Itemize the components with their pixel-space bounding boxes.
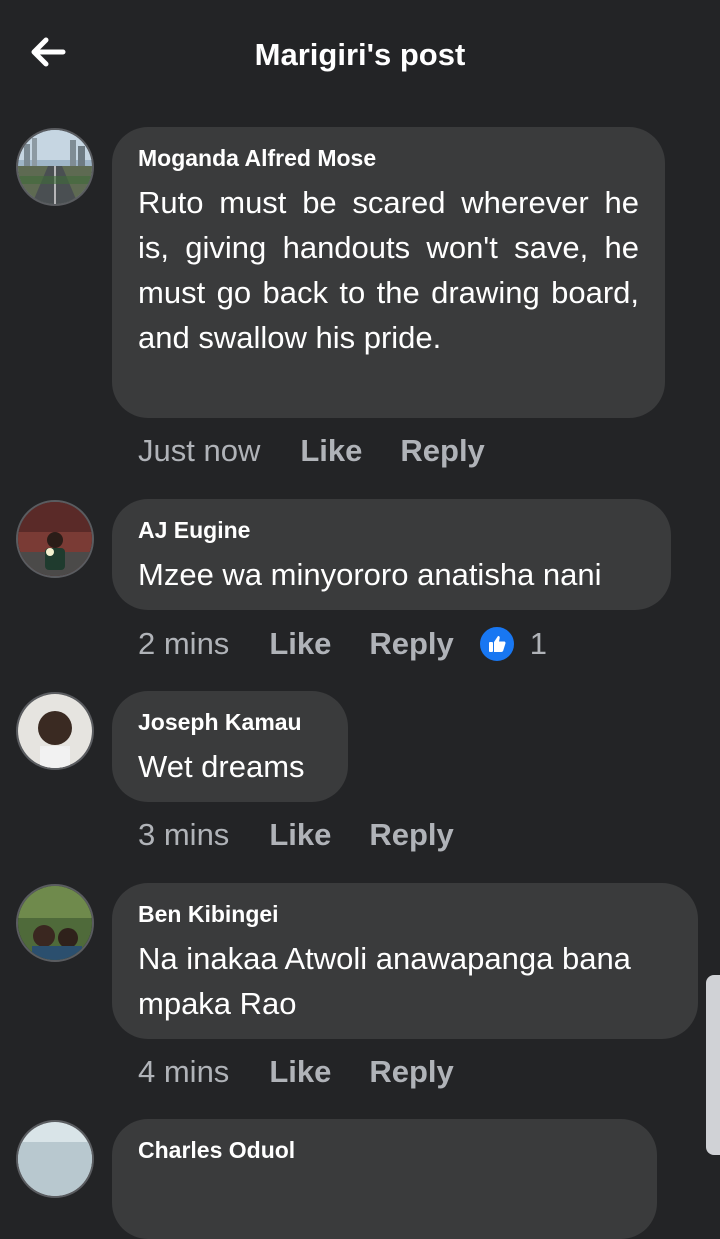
scrollbar[interactable] <box>706 975 720 1155</box>
comment-author[interactable]: Joseph Kamau <box>138 709 322 736</box>
comment-time: 4 mins <box>138 1054 230 1089</box>
reaction-count: 1 <box>529 626 548 661</box>
comment-time: Just now <box>138 433 261 468</box>
comment-actions: Just now Like Reply <box>138 433 523 469</box>
comment-actions: 3 mins Like Reply <box>138 817 492 853</box>
reply-button[interactable]: Reply <box>369 1054 453 1090</box>
comment-actions: 4 mins Like Reply <box>138 1054 492 1090</box>
avatar[interactable] <box>16 884 94 962</box>
comment-bubble: AJ Eugine Mzee wa minyororo anatisha nan… <box>112 499 671 610</box>
reaction-summary[interactable]: 1 <box>477 625 548 663</box>
avatar[interactable] <box>16 692 94 770</box>
reply-button[interactable]: Reply <box>369 626 453 662</box>
page-title: Marigiri's post <box>254 37 466 72</box>
comment-author[interactable]: Ben Kibingei <box>138 901 672 928</box>
comment-actions: 2 mins Like Reply 1 <box>138 625 547 663</box>
like-button[interactable]: Like <box>300 433 362 469</box>
comment-text: Mzee wa minyororo anatisha nani <box>138 557 602 592</box>
comment-author[interactable]: Charles Oduol <box>138 1137 631 1164</box>
post-header: Marigiri's post <box>0 0 720 110</box>
comment-text: Ruto must be scared wherever he is, givi… <box>138 185 639 355</box>
comment-time: 3 mins <box>138 817 230 852</box>
comment-bubble: Ben Kibingei Na inakaa Atwoli anawapanga… <box>112 883 698 1039</box>
avatar[interactable] <box>16 500 94 578</box>
like-button[interactable]: Like <box>269 1054 331 1090</box>
comment-author[interactable]: AJ Eugine <box>138 517 645 544</box>
like-button[interactable]: Like <box>269 817 331 853</box>
avatar[interactable] <box>16 128 94 206</box>
comment-bubble: Joseph Kamau Wet dreams <box>112 691 348 802</box>
comment-text: Wet dreams <box>138 749 305 784</box>
reply-button[interactable]: Reply <box>369 817 453 853</box>
comment-bubble: Moganda Alfred Mose Ruto must be scared … <box>112 127 665 418</box>
thumbs-up-icon <box>477 625 516 663</box>
comment-text: Na inakaa Atwoli anawapanga bana mpaka R… <box>138 941 631 1021</box>
reply-button[interactable]: Reply <box>400 433 484 469</box>
comment-author[interactable]: Moganda Alfred Mose <box>138 145 639 172</box>
like-button[interactable]: Like <box>269 626 331 662</box>
avatar[interactable] <box>16 1120 94 1198</box>
comment-bubble: Charles Oduol <box>112 1119 657 1239</box>
comment-time: 2 mins <box>138 626 230 661</box>
